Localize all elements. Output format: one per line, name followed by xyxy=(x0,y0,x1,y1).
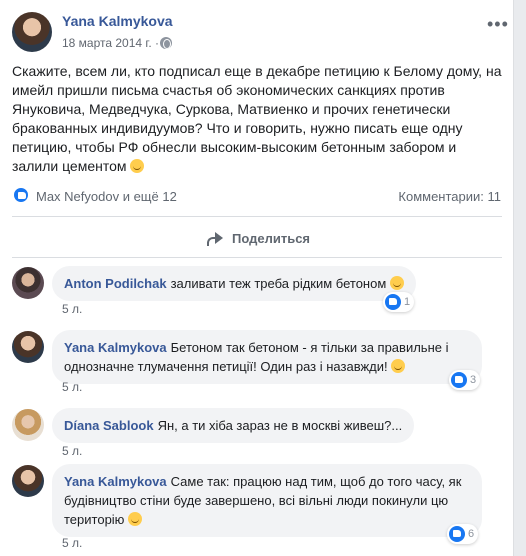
comment-time[interactable]: 5 л. xyxy=(62,380,82,394)
comment-text-cont: територію xyxy=(64,512,125,527)
comment-time[interactable]: 5 л. xyxy=(62,302,82,316)
more-options-icon[interactable]: ••• xyxy=(487,14,509,35)
comment-text-cont: будівництво стіни буде завершено, всі ві… xyxy=(64,493,449,508)
share-button[interactable]: Поделиться xyxy=(206,228,310,248)
commenter-avatar[interactable] xyxy=(12,267,44,299)
divider xyxy=(12,257,502,258)
like-reaction-icon[interactable] xyxy=(12,186,30,204)
globe-icon xyxy=(160,37,172,49)
commenter-avatar[interactable] xyxy=(12,409,44,441)
post-timestamp[interactable]: 18 марта 2014 г. · xyxy=(62,36,159,50)
reactors-summary[interactable]: Max Nefyodov и ещё 12 xyxy=(36,189,177,204)
comment-text: заливати теж треба рідким бетоном xyxy=(170,276,387,291)
share-label: Поделиться xyxy=(232,230,311,246)
like-icon xyxy=(449,526,465,542)
comment-bubble: Díana Sablook Ян, а ти хіба зараз не в мо… xyxy=(52,408,415,443)
comment-likes: 6 xyxy=(468,528,475,540)
post-body: Скажите, всем ли, кто подписал еще в дек… xyxy=(12,63,502,174)
comment-author[interactable]: Díana Sablook xyxy=(64,418,154,433)
smile-emoji-icon xyxy=(389,276,404,290)
comment-text-cont: однозначне тлумачення петиції! Один раз … xyxy=(64,359,388,374)
comment-bubble: Yana Kalmykova Саме так: працюю над тим, … xyxy=(52,464,482,537)
author-avatar[interactable] xyxy=(12,12,52,52)
comment-bubble: Yana Kalmykova Бетоном так бетоном - я ті… xyxy=(52,330,482,384)
commenter-avatar[interactable] xyxy=(12,465,44,497)
comment-bubble: Anton Podilchak заливати теж треба рідким… xyxy=(52,266,416,301)
smile-emoji-icon xyxy=(128,512,143,526)
comment-time[interactable]: 5 л. xyxy=(62,536,82,550)
comment-time[interactable]: 5 л. xyxy=(62,444,82,458)
comment-likes: 3 xyxy=(470,374,477,386)
commenter-avatar[interactable] xyxy=(12,331,44,363)
smile-emoji-icon xyxy=(391,359,406,373)
comment-author[interactable]: Yana Kalmykova xyxy=(64,474,167,489)
comment-author[interactable]: Anton Podilchak xyxy=(64,276,167,291)
post-card: Yana Kalmykova 18 марта 2014 г. · ••• Ск… xyxy=(0,0,514,556)
comment-author[interactable]: Yana Kalmykova xyxy=(64,340,167,355)
comment-reactions[interactable]: 6 xyxy=(447,524,479,544)
comment-text: Ян, а ти хіба зараз не в москві живеш?..… xyxy=(157,418,403,433)
like-icon xyxy=(385,294,401,310)
comment-reactions[interactable]: 3 xyxy=(449,370,481,390)
comment-text: Саме так: працюю над тим, щоб до того ча… xyxy=(170,474,462,489)
comment-reactions[interactable]: 1 xyxy=(383,292,415,312)
comment-text: Бетоном так бетоном - я тільки за правил… xyxy=(170,340,449,355)
comments-count[interactable]: Комментарии: 11 xyxy=(398,189,501,204)
comment-likes: 1 xyxy=(404,296,411,308)
share-icon xyxy=(206,230,224,246)
smile-emoji-icon xyxy=(130,159,145,173)
post-text: Скажите, всем ли, кто подписал еще в дек… xyxy=(12,62,504,176)
like-icon xyxy=(451,372,467,388)
post-author-name[interactable]: Yana Kalmykova xyxy=(62,13,173,29)
divider xyxy=(12,216,502,217)
